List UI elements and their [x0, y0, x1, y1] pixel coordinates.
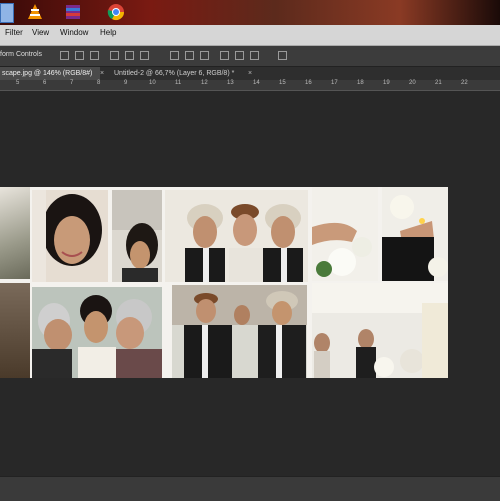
ruler-tick: 9 [124, 80, 128, 86]
photo-left-partial-bottom [0, 283, 30, 378]
windows-start-icon[interactable] [0, 3, 14, 23]
distribute-top-icon[interactable] [170, 51, 179, 60]
document-tab-bar: scape.jpg @ 146% (RGB/8#) × Untitled-2 @… [0, 67, 500, 80]
auto-align-layers-icon[interactable] [278, 51, 287, 60]
vlc-icon[interactable] [26, 3, 44, 21]
chrome-icon[interactable] [107, 3, 125, 21]
ruler-tick: 7 [70, 80, 74, 86]
align-top-icon[interactable] [60, 51, 69, 60]
photo-family-kiss [32, 287, 162, 378]
menu-window[interactable]: Window [60, 28, 88, 37]
tab-document-2-close-icon[interactable]: × [248, 67, 252, 80]
distribute-vcenter-icon[interactable] [185, 51, 194, 60]
ruler-tick: 22 [461, 80, 468, 86]
ruler-tick: 17 [331, 80, 338, 86]
ruler-tick: 21 [435, 80, 442, 86]
ruler-tick: 19 [383, 80, 390, 86]
document-canvas[interactable] [0, 187, 448, 378]
menu-view[interactable]: View [32, 28, 49, 37]
tab-document-1-close-icon[interactable]: × [100, 67, 104, 80]
tab-document-1[interactable]: scape.jpg @ 146% (RGB/8#) [0, 67, 100, 80]
distribute-left-icon[interactable] [220, 51, 229, 60]
menu-filter[interactable]: Filter [5, 28, 23, 37]
photo-candle-hands [382, 187, 448, 281]
ruler-tick: 5 [16, 80, 20, 86]
tab-document-1-label: scape.jpg @ 146% (RGB/8#) [2, 70, 93, 77]
ruler-tick: 11 [175, 80, 182, 86]
ruler-tick: 15 [279, 80, 286, 86]
ruler-tick: 10 [149, 80, 156, 86]
ruler-tick: 6 [43, 80, 47, 86]
align-hcenter-icon[interactable] [125, 51, 134, 60]
distribute-bottom-icon[interactable] [200, 51, 209, 60]
align-right-icon[interactable] [140, 51, 149, 60]
distribute-right-icon[interactable] [250, 51, 259, 60]
photo-bride-portrait [32, 190, 108, 282]
horizontal-ruler: 5 6 7 8 9 10 11 12 13 14 15 16 17 18 19 … [0, 80, 500, 91]
distribute-hcenter-icon[interactable] [235, 51, 244, 60]
winrar-icon[interactable] [64, 3, 82, 21]
photo-ceremony [312, 283, 448, 378]
ruler-tick: 18 [357, 80, 364, 86]
options-bar: form Controls [0, 46, 500, 67]
ruler-tick: 16 [305, 80, 312, 86]
ruler-tick: 20 [409, 80, 416, 86]
photo-hands-flowers [312, 187, 378, 281]
os-taskbar [0, 0, 500, 25]
show-transform-controls-label[interactable]: form Controls [0, 51, 42, 58]
menu-bar: Filter View Window Help [0, 25, 500, 46]
ruler-tick: 8 [97, 80, 101, 86]
photo-couple-standing [172, 285, 307, 378]
align-vcenter-icon[interactable] [75, 51, 84, 60]
align-bottom-icon[interactable] [90, 51, 99, 60]
tab-document-2[interactable]: Untitled-2 @ 66,7% (Layer 6, RGB/8) * [112, 67, 247, 80]
align-left-icon[interactable] [110, 51, 119, 60]
ruler-tick: 14 [253, 80, 260, 86]
photo-left-partial-top [0, 187, 30, 279]
ruler-tick: 13 [227, 80, 234, 86]
photo-couple-portrait [165, 190, 308, 282]
tab-document-2-label: Untitled-2 @ 66,7% (Layer 6, RGB/8) * [114, 70, 235, 77]
photo-bride-profile [112, 190, 162, 282]
menu-help[interactable]: Help [100, 28, 116, 37]
ruler-tick: 12 [201, 80, 208, 86]
status-bar [0, 476, 500, 501]
